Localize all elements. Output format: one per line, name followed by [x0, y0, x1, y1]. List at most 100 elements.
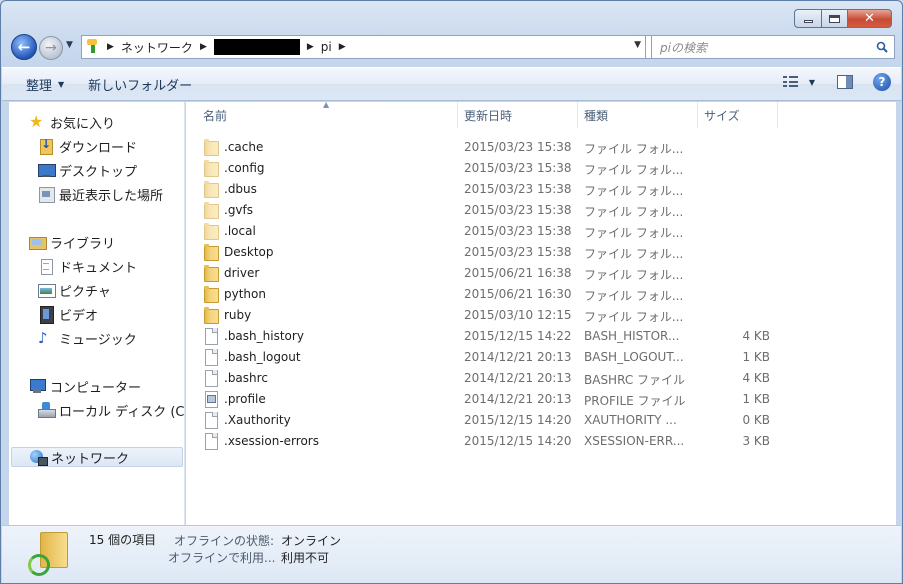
breadcrumb-separator-icon[interactable]: ▶: [339, 42, 346, 52]
caption-buttons: ✕: [794, 9, 892, 28]
column-header-date[interactable]: 更新日時: [464, 107, 512, 127]
sidebar-item-favorites[interactable]: ★ お気に入り: [9, 112, 115, 132]
folder-row[interactable]: .config 2015/03/23 15:38 ファイル フォル...: [196, 157, 886, 178]
file-row[interactable]: .Xauthority 2015/12/15 14:20 XAUTHORITY ..…: [196, 409, 886, 430]
column-header-size[interactable]: サイズ: [704, 107, 740, 127]
file-type: BASH_LOGOUT...: [584, 350, 684, 364]
sidebar-item-downloads[interactable]: ダウンロード: [9, 136, 137, 156]
sidebar-item-label: コンピューター: [50, 380, 142, 396]
file-type: ファイル フォル...: [584, 184, 684, 198]
file-date: 2015/12/15 14:22: [464, 329, 572, 343]
sidebar-item-documents[interactable]: ドキュメント: [9, 256, 137, 276]
folder-row[interactable]: .local 2015/03/23 15:38 ファイル フォル...: [196, 220, 886, 241]
maximize-button[interactable]: [822, 9, 848, 28]
column-header-type[interactable]: 種類: [584, 107, 608, 127]
sidebar-item-libraries[interactable]: ライブラリ: [9, 232, 115, 252]
file-row[interactable]: .xsession-errors 2015/12/15 14:20 XSESSION…: [196, 430, 886, 451]
file-date: 2015/03/23 15:38: [464, 140, 572, 154]
column-divider[interactable]: [777, 102, 778, 128]
forward-button[interactable]: →: [39, 36, 63, 60]
minimize-button[interactable]: [794, 9, 822, 28]
file-size: 0 KB: [742, 413, 770, 427]
folder-row[interactable]: Desktop 2015/03/23 15:38 ファイル フォル...: [196, 241, 886, 262]
column-divider[interactable]: [577, 102, 578, 128]
view-dropdown-icon[interactable]: ▼: [809, 78, 815, 87]
organize-button[interactable]: 整理 ▼: [14, 71, 76, 97]
file-date: 2014/12/21 20:13: [464, 371, 572, 385]
breadcrumb-separator-icon[interactable]: ▶: [200, 42, 207, 52]
column-divider[interactable]: [457, 102, 458, 128]
sidebar-item-network[interactable]: ネットワーク: [11, 447, 183, 467]
address-dropdown-icon[interactable]: ▼: [634, 40, 641, 50]
breadcrumb-pi[interactable]: pi: [321, 40, 332, 54]
sidebar-item-pictures[interactable]: ピクチャ: [9, 280, 111, 300]
breadcrumb-separator-icon[interactable]: ▶: [107, 42, 114, 52]
new-folder-label: 新しいフォルダー: [88, 78, 193, 94]
desktop-icon: [38, 162, 56, 178]
network-icon: [30, 449, 48, 466]
close-button[interactable]: ✕: [848, 9, 892, 28]
sidebar-item-local-disk[interactable]: ローカル ディスク (C:: [9, 400, 185, 420]
folder-row[interactable]: .gvfs 2015/03/23 15:38 ファイル フォル...: [196, 199, 886, 220]
file-name: python: [224, 287, 266, 301]
folder-row[interactable]: ruby 2015/03/10 12:15 ファイル フォル...: [196, 304, 886, 325]
file-type: ファイル フォル...: [584, 142, 684, 156]
folder-icon: [204, 139, 219, 156]
search-input[interactable]: piの検索: [651, 35, 895, 59]
new-folder-button[interactable]: 新しいフォルダー: [76, 71, 204, 97]
file-type: ファイル フォル...: [584, 247, 684, 261]
file-date: 2015/12/15 14:20: [464, 434, 572, 448]
file-row[interactable]: .bashrc 2014/12/21 20:13 BASHRC ファイル 4 KB: [196, 367, 886, 388]
hard-disk-icon: [38, 402, 56, 418]
folder-row[interactable]: .dbus 2015/03/23 15:38 ファイル フォル...: [196, 178, 886, 199]
column-header-name[interactable]: 名前: [203, 107, 227, 127]
file-name: .xsession-errors: [224, 434, 319, 448]
file-icon: [204, 412, 218, 429]
music-note-icon: ♪: [38, 329, 48, 347]
downloads-icon: [38, 137, 54, 155]
column-divider[interactable]: [697, 102, 698, 128]
file-icon: [204, 433, 218, 450]
file-name: .cache: [224, 140, 264, 154]
chevron-down-icon: ▼: [58, 79, 65, 89]
search-placeholder: piの検索: [660, 40, 707, 55]
breadcrumb-network[interactable]: ネットワーク: [121, 39, 193, 56]
forward-arrow-icon: →: [45, 40, 57, 56]
back-button[interactable]: ←: [11, 34, 37, 60]
help-icon[interactable]: ?: [873, 73, 891, 91]
sidebar-item-desktop[interactable]: デスクトップ: [9, 160, 137, 180]
file-row[interactable]: .bash_logout 2014/12/21 20:13 BASH_LOGOUT.…: [196, 346, 886, 367]
recent-pages-dropdown[interactable]: ▼: [66, 40, 73, 50]
file-name: .local: [224, 224, 256, 238]
file-type: ファイル フォル...: [584, 226, 684, 240]
breadcrumb-separator-icon[interactable]: ▶: [307, 42, 314, 52]
sidebar-item-label: ビデオ: [59, 308, 99, 324]
sidebar-item-label: ドキュメント: [59, 260, 138, 276]
organize-label: 整理: [26, 78, 53, 94]
file-name: .config: [224, 161, 265, 175]
address-bar[interactable]: ▶ ネットワーク ▶ ▶ pi ▶ ▼: [81, 35, 646, 59]
details-pane: 15 個の項目 オフラインの状態: オンライン オフラインで利用... 利用不可: [2, 525, 901, 583]
file-row[interactable]: .profile 2014/12/21 20:13 PROFILE ファイル 1 KB: [196, 388, 886, 409]
sidebar-item-label: ローカル ディスク (C:: [59, 404, 185, 420]
sidebar-item-computer[interactable]: コンピューター: [9, 376, 141, 396]
folder-row[interactable]: .cache 2015/03/23 15:38 ファイル フォル...: [196, 136, 886, 157]
sidebar-item-recent-places[interactable]: 最近表示した場所: [9, 184, 163, 204]
maximize-icon: [829, 14, 840, 23]
search-icon[interactable]: [876, 41, 888, 53]
folder-row[interactable]: driver 2015/06/21 16:38 ファイル フォル...: [196, 262, 886, 283]
folder-icon: [204, 265, 219, 282]
folder-row[interactable]: python 2015/06/21 16:30 ファイル フォル...: [196, 283, 886, 304]
preview-pane-icon[interactable]: [837, 75, 853, 89]
file-name: .profile: [224, 392, 266, 406]
file-row[interactable]: .bash_history 2015/12/15 14:22 BASH_HISTOR…: [196, 325, 886, 346]
command-bar: 整理 ▼ 新しいフォルダー ▼ ?: [2, 67, 901, 101]
sidebar-item-videos[interactable]: ビデオ: [9, 304, 98, 324]
change-view-icon[interactable]: [782, 76, 799, 88]
file-name: .bashrc: [224, 371, 268, 385]
sidebar-item-music[interactable]: ♪ ミュージック: [9, 328, 137, 348]
offline-availability-value: 利用不可: [281, 551, 330, 565]
navigation-pane: ★ お気に入り ダウンロード デスクトップ 最近表示した場所 ライブラリ ドキュ…: [9, 102, 185, 525]
file-date: 2015/06/21 16:30: [464, 287, 572, 301]
file-size: 1 KB: [742, 350, 770, 364]
